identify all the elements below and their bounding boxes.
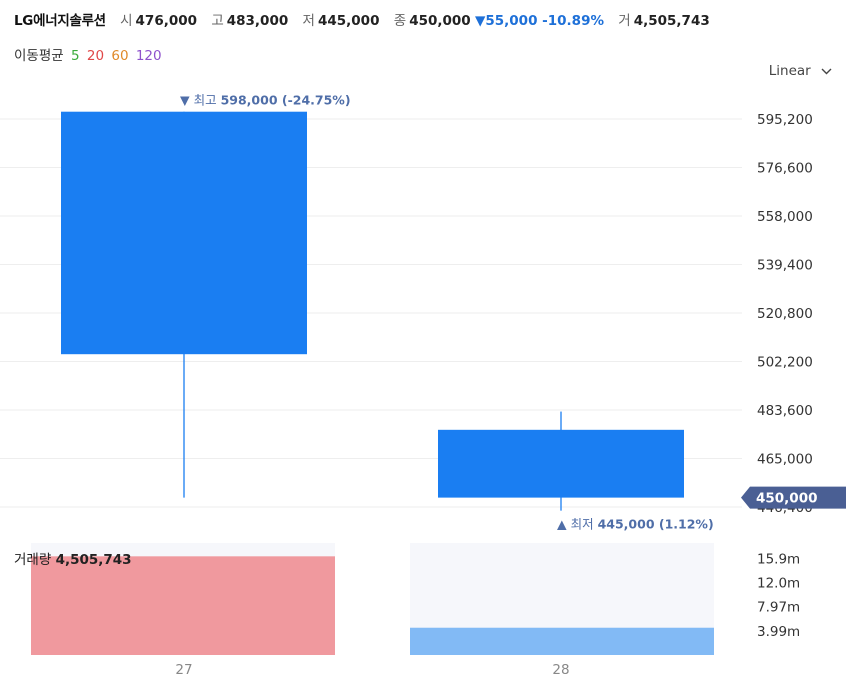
volume-tick-label: 7.97m — [757, 600, 800, 616]
high-annotation: ▼ 최고 598,000 (-24.75%) — [180, 93, 351, 108]
high-marker: ▼ — [180, 93, 194, 108]
volume-title: 거래량 4,505,743 — [14, 548, 132, 568]
volume-tick-label: 15.9m — [757, 552, 800, 568]
low-annotation-label: 최저 — [571, 517, 598, 532]
y-tick-label: 595,200 — [757, 112, 813, 128]
low-marker: ▲ — [557, 517, 571, 532]
volume-bar — [410, 627, 714, 655]
x-tick-label: 27 — [175, 662, 192, 678]
current-price-label: 450,000 — [756, 491, 818, 507]
candle-body — [61, 111, 307, 355]
volume-title-label: 거래량 — [14, 552, 52, 568]
y-tick-label: 465,000 — [757, 452, 813, 468]
candle-body — [438, 429, 684, 498]
volume-title-value: 4,505,743 — [55, 552, 132, 568]
high-annotation-value: 598,000 (-24.75%) — [221, 93, 351, 108]
low-annotation-value: 445,000 (1.12%) — [598, 517, 714, 532]
volume-tick-label: 12.0m — [757, 575, 800, 591]
y-tick-label: 520,800 — [757, 306, 813, 322]
high-annotation-label: 최고 — [194, 93, 221, 108]
y-tick-label: 502,200 — [757, 355, 813, 371]
volume-tick-label: 3.99m — [757, 624, 800, 640]
y-tick-label: 539,400 — [757, 258, 813, 274]
low-annotation: ▲ 최저 445,000 (1.12%) — [557, 517, 714, 532]
volume-bar — [31, 556, 335, 655]
price-chart[interactable]: 595,200 576,600 558,000 539,400 520,800 502,2… — [0, 0, 856, 687]
y-tick-label: 576,600 — [757, 161, 813, 177]
y-tick-label: 558,000 — [757, 209, 813, 225]
y-tick-label: 483,600 — [757, 403, 813, 419]
x-tick-label: 28 — [552, 662, 569, 678]
